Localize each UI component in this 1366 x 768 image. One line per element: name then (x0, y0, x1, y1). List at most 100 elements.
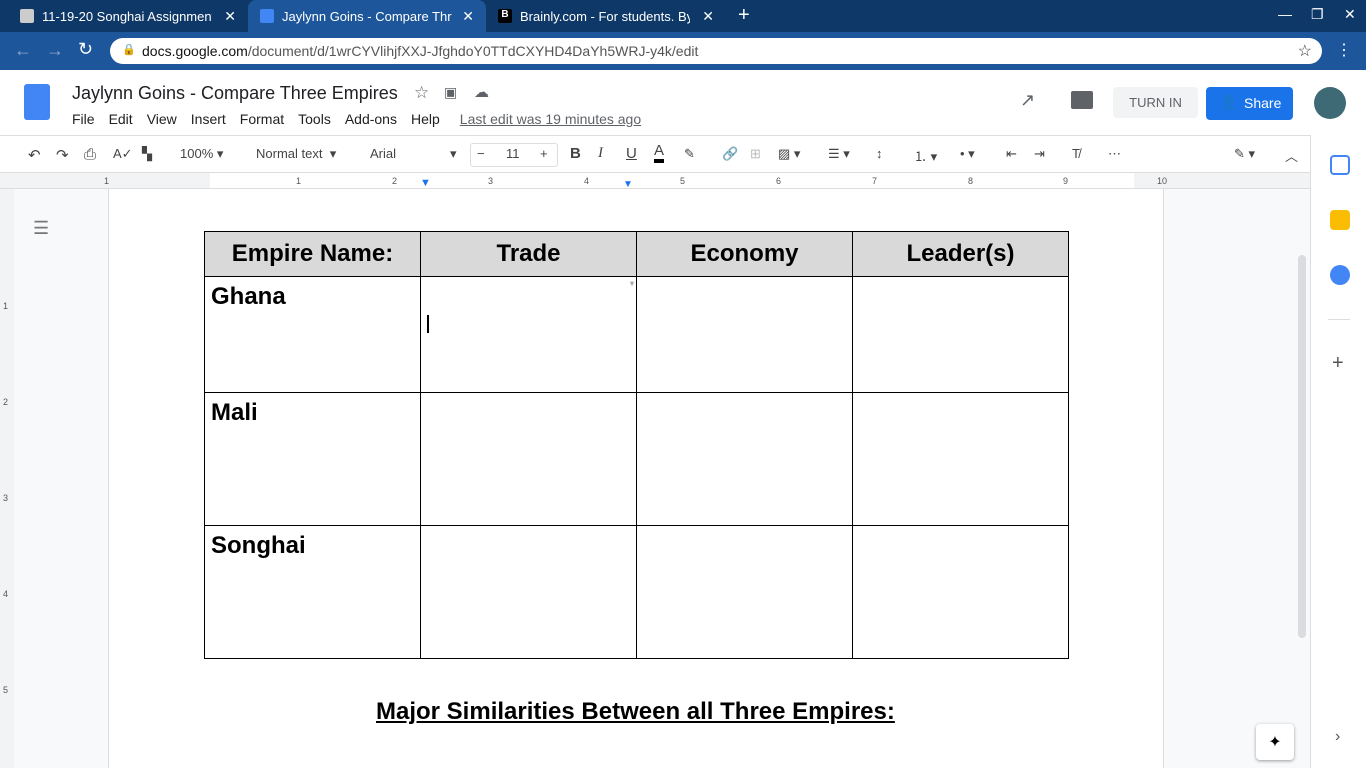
table-row: Songhai (204, 525, 1069, 659)
scrollbar[interactable] (1298, 255, 1306, 638)
cell-menu-icon[interactable]: ▾ (630, 279, 634, 288)
menu-edit[interactable]: Edit (109, 111, 133, 127)
print-icon[interactable]: ⎙ (84, 146, 96, 163)
close-tab-icon[interactable]: ✕ (702, 8, 714, 25)
collapse-menus-icon[interactable]: ︿ (1285, 146, 1298, 165)
bookmark-star-icon[interactable]: ☆ (1298, 41, 1312, 61)
share-button[interactable]: 👤 Share (1206, 87, 1293, 120)
redo-icon[interactable]: ↷ (56, 146, 69, 164)
menu-help[interactable]: Help (411, 111, 440, 127)
turn-in-button[interactable]: TURN IN (1113, 87, 1198, 118)
cloud-status-icon[interactable]: ☁ (474, 83, 489, 101)
comments-icon[interactable] (1071, 91, 1093, 109)
cell-empire[interactable]: Songhai (204, 525, 421, 659)
indent-marker[interactable]: ▼ (420, 177, 431, 189)
cell-leaders[interactable] (852, 525, 1069, 659)
menu-view[interactable]: View (147, 111, 177, 127)
comment-icon[interactable]: ⊞ (750, 146, 761, 162)
header-trade[interactable]: Trade (420, 231, 637, 277)
paint-format-icon[interactable]: ▚ (142, 146, 152, 162)
avatar[interactable] (1314, 87, 1346, 119)
minimize-button[interactable]: — (1278, 6, 1292, 22)
menu-insert[interactable]: Insert (191, 111, 226, 127)
lock-icon: 🔒 (122, 44, 136, 56)
font-select[interactable]: Arial ▾ (370, 146, 460, 161)
menu-addons[interactable]: Add-ons (345, 111, 397, 127)
line-spacing-icon[interactable]: ↕ (876, 146, 883, 161)
close-tab-icon[interactable]: ✕ (224, 8, 236, 25)
cell-empire[interactable]: Mali (204, 392, 421, 526)
clear-formatting-icon[interactable]: T̸ (1072, 146, 1080, 161)
font-size-input[interactable]: 11 (506, 146, 520, 161)
tasks-icon[interactable] (1330, 265, 1350, 285)
classroom-icon (20, 9, 34, 23)
zoom-select[interactable]: 100% ▾ (180, 146, 223, 162)
document-title[interactable]: Jaylynn Goins - Compare Three Empires (72, 83, 398, 104)
menu-file[interactable]: File (72, 111, 95, 127)
header-empire-name[interactable]: Empire Name: (204, 231, 421, 277)
activity-icon[interactable]: ↗ (1020, 90, 1035, 111)
bulleted-list-icon[interactable]: • ▾ (960, 146, 975, 162)
tab-brainly[interactable]: BBrainly.com - For students. By students… (486, 0, 726, 32)
explore-button[interactable]: ✦ (1256, 724, 1294, 760)
cell-leaders[interactable] (852, 392, 1069, 526)
header-leaders[interactable]: Leader(s) (852, 231, 1069, 277)
underline-icon[interactable]: U (626, 145, 637, 162)
text-cursor (427, 315, 429, 333)
move-folder-icon[interactable]: ▣ (444, 84, 457, 101)
cell-economy[interactable] (636, 525, 853, 659)
vertical-ruler[interactable]: 1 2 3 4 5 (0, 189, 14, 768)
back-button[interactable]: ← (14, 40, 32, 61)
maximize-button[interactable]: ❐ (1311, 6, 1324, 23)
table-row: Ghana ▾ (204, 276, 1069, 393)
browser-menu-icon[interactable]: ⋮ (1336, 40, 1352, 60)
spellcheck-icon[interactable]: A✓ (113, 146, 133, 162)
reload-button[interactable]: ↻ (78, 39, 93, 60)
text-color-icon[interactable]: A (654, 143, 665, 163)
highlight-icon[interactable]: ✎ (684, 146, 695, 162)
undo-icon[interactable]: ↶ (28, 146, 41, 164)
style-select[interactable]: Normal text ▾ (256, 146, 346, 162)
increase-font-size-button[interactable]: + (540, 146, 548, 161)
increase-indent-icon[interactable]: ⇥ (1034, 146, 1045, 162)
cell-empire[interactable]: Ghana (204, 276, 421, 393)
insert-image-icon[interactable]: ▨ ▾ (778, 146, 800, 162)
forward-button[interactable]: → (46, 40, 64, 61)
tab-compare-empires[interactable]: Jaylynn Goins - Compare Three Empires✕ (248, 0, 486, 32)
horizontal-ruler[interactable]: 1 1 2 3 4 5 6 7 8 10 9 ▼ ▼ (0, 173, 1310, 190)
editing-mode-icon[interactable]: ✎ ▾ (1234, 146, 1255, 162)
close-tab-icon[interactable]: ✕ (462, 8, 474, 25)
address-bar[interactable]: 🔒 docs.google.com/document/d/1wrCYVlihjf… (110, 38, 1322, 64)
cell-economy[interactable] (636, 276, 853, 393)
cell-leaders[interactable] (852, 276, 1069, 393)
formatting-toolbar: ↶ ↷ ⎙ A✓ ▚ 100% ▾ Normal text ▾ Arial ▾ −… (0, 135, 1310, 173)
decrease-font-size-button[interactable]: − (477, 146, 485, 161)
align-icon[interactable]: ☰ ▾ (828, 146, 850, 162)
new-tab-button[interactable]: + (738, 4, 750, 27)
add-addon-icon[interactable]: + (1332, 352, 1344, 375)
close-window-button[interactable]: ✕ (1344, 6, 1356, 23)
last-edit-link[interactable]: Last edit was 19 minutes ago (460, 111, 641, 127)
cell-economy[interactable] (636, 392, 853, 526)
document-outline-icon[interactable]: ☰ (33, 218, 49, 239)
cell-trade[interactable] (420, 392, 637, 526)
menu-format[interactable]: Format (240, 111, 284, 127)
numbered-list-icon[interactable]: ⒈ ▾ (914, 146, 937, 165)
link-icon[interactable]: 🔗 (722, 146, 738, 162)
calendar-icon[interactable] (1330, 155, 1350, 175)
header-economy[interactable]: Economy (636, 231, 853, 277)
bold-icon[interactable]: B (570, 145, 581, 162)
docs-header: Jaylynn Goins - Compare Three Empires ☆ … (0, 70, 1366, 135)
decrease-indent-icon[interactable]: ⇤ (1006, 146, 1017, 162)
docs-logo-icon[interactable] (24, 84, 50, 120)
keep-icon[interactable] (1330, 210, 1350, 230)
cell-trade[interactable] (420, 525, 637, 659)
italic-icon[interactable]: I (598, 145, 603, 162)
cell-trade[interactable]: ▾ (420, 276, 637, 393)
expand-panel-icon[interactable]: › (1335, 728, 1340, 746)
menu-tools[interactable]: Tools (298, 111, 331, 127)
tab-songhai-assignment[interactable]: 11-19-20 Songhai Assignment ✕ (8, 0, 248, 32)
empires-table: Empire Name: Trade Economy Leader(s) Gha… (204, 231, 1069, 659)
more-icon[interactable]: ⋯ (1108, 146, 1121, 162)
star-icon[interactable]: ☆ (414, 83, 429, 103)
